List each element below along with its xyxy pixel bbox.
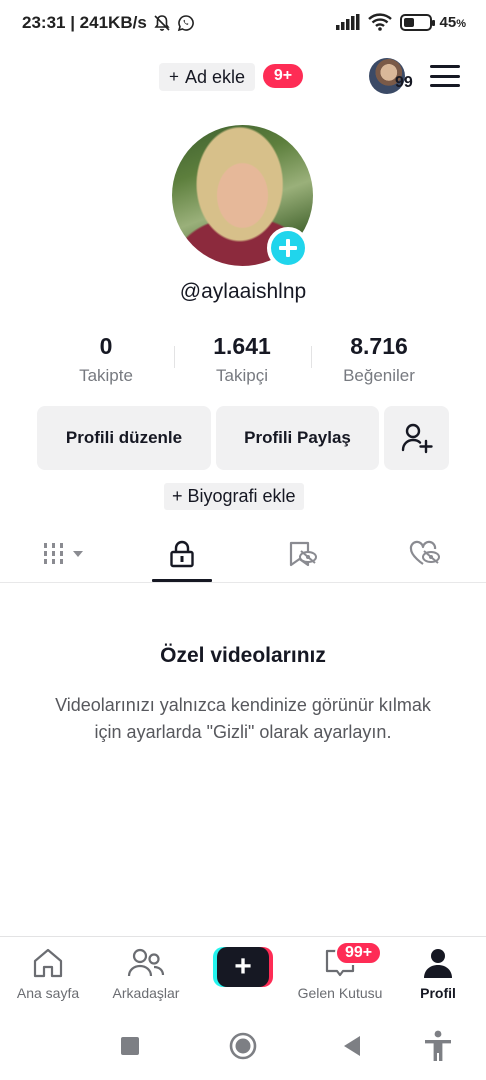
empty-state-title: Özel videolarınız	[160, 644, 326, 667]
stat-followers[interactable]: 1.641 Takipçi	[172, 330, 312, 386]
nav-profile-label: Profil	[420, 985, 456, 1001]
following-label: Takipte	[79, 366, 133, 385]
status-right: 45%	[335, 13, 466, 31]
battery-value: 45	[439, 13, 457, 31]
plus-icon: +	[169, 67, 179, 86]
accessibility-icon	[425, 1030, 451, 1061]
lock-icon	[170, 540, 194, 568]
following-count: 0	[99, 333, 113, 359]
battery-fill	[403, 17, 415, 27]
add-bio-button[interactable]: + Biyografi ekle	[164, 483, 304, 510]
recents-button[interactable]	[110, 1028, 150, 1064]
nav-profile[interactable]: Profil	[390, 945, 486, 1005]
inbox-badge: 99+	[335, 941, 383, 965]
add-photo-plus-icon[interactable]	[267, 227, 309, 269]
accessibility-button[interactable]	[418, 1028, 458, 1064]
tab-private[interactable]	[147, 525, 217, 583]
empty-state-description: Videolarınızı yalnızca kendinize görünür…	[55, 695, 431, 742]
followers-count: 1.641	[213, 333, 271, 359]
stat-following[interactable]: 0 Takipte	[36, 330, 176, 386]
status-left: 23:31 | 241KB/s	[22, 13, 195, 33]
nav-friends-label: Arkadaşlar	[112, 985, 180, 1001]
tab-liked[interactable]	[390, 525, 460, 583]
wifi-icon	[367, 13, 392, 31]
signal-icon	[335, 14, 360, 30]
battery-icon	[399, 13, 435, 31]
nav-friends[interactable]: Arkadaşlar	[98, 945, 194, 1005]
bell-muted-icon	[154, 15, 170, 31]
back-button[interactable]	[332, 1028, 372, 1064]
menu-line	[430, 74, 460, 78]
heart-hidden-icon	[409, 540, 440, 565]
edit-profile-button[interactable]: Profili düzenle	[37, 406, 211, 470]
home-button[interactable]	[223, 1028, 263, 1064]
status-time: 23:31 | 241KB/s	[22, 13, 147, 32]
home-icon	[31, 945, 65, 981]
username: @aylaaishlnp	[179, 280, 307, 303]
nav-home[interactable]: Ana sayfa	[0, 945, 96, 1005]
likes-count: 8.716	[350, 333, 408, 359]
tab-saved[interactable]	[268, 525, 338, 583]
nav-inbox-label: Gelen Kutusu	[297, 985, 383, 1001]
add-user-icon	[401, 423, 433, 454]
add-friend-button[interactable]	[384, 406, 449, 470]
add-account-label: Ad ekle	[184, 66, 245, 87]
grid-dropdown-icon	[44, 543, 83, 564]
circle-icon	[229, 1032, 257, 1060]
status-bar: 23:31 | 241KB/s 45%	[0, 0, 486, 48]
triangle-back-icon	[344, 1036, 360, 1056]
square-icon	[121, 1037, 139, 1055]
followers-label: Takipçi	[216, 366, 268, 385]
stat-likes[interactable]: 8.716 Beğeniler	[309, 330, 449, 386]
account-avatar-count: 99	[395, 74, 413, 91]
bottom-nav: Ana sayfa Arkadaşlar + Gelen Kutusu 99+	[0, 936, 486, 1010]
likes-label: Beğeniler	[343, 366, 415, 385]
create-plus-icon: +	[217, 947, 269, 987]
menu-line	[430, 84, 460, 87]
profile-icon	[421, 945, 455, 981]
tab-videos[interactable]	[30, 525, 100, 583]
top-bar: + Ad ekle 9+ 99	[0, 48, 486, 108]
menu-line	[430, 65, 460, 68]
content-tabs	[0, 525, 486, 583]
share-profile-button[interactable]: Profili Paylaş	[216, 406, 379, 470]
add-account-button[interactable]: + Ad ekle	[159, 63, 255, 91]
system-nav	[0, 1012, 486, 1080]
active-tab-indicator	[152, 579, 212, 582]
nav-home-label: Ana sayfa	[16, 985, 80, 1001]
notification-badge[interactable]: 9+	[263, 64, 303, 88]
friends-icon	[127, 945, 165, 981]
profile-actions: Profili düzenle Profili Paylaş	[0, 406, 486, 470]
bookmark-hidden-icon	[289, 541, 317, 567]
create-button[interactable]: +	[213, 947, 273, 987]
hamburger-menu-icon[interactable]	[430, 65, 460, 87]
stats-row: 0 Takipte 1.641 Takipçi 8.716 Beğeniler	[0, 330, 486, 390]
whatsapp-icon	[177, 15, 194, 32]
battery-unit: %	[456, 17, 466, 30]
battery-percent: 45%	[440, 14, 466, 31]
plus-icon	[279, 239, 297, 257]
